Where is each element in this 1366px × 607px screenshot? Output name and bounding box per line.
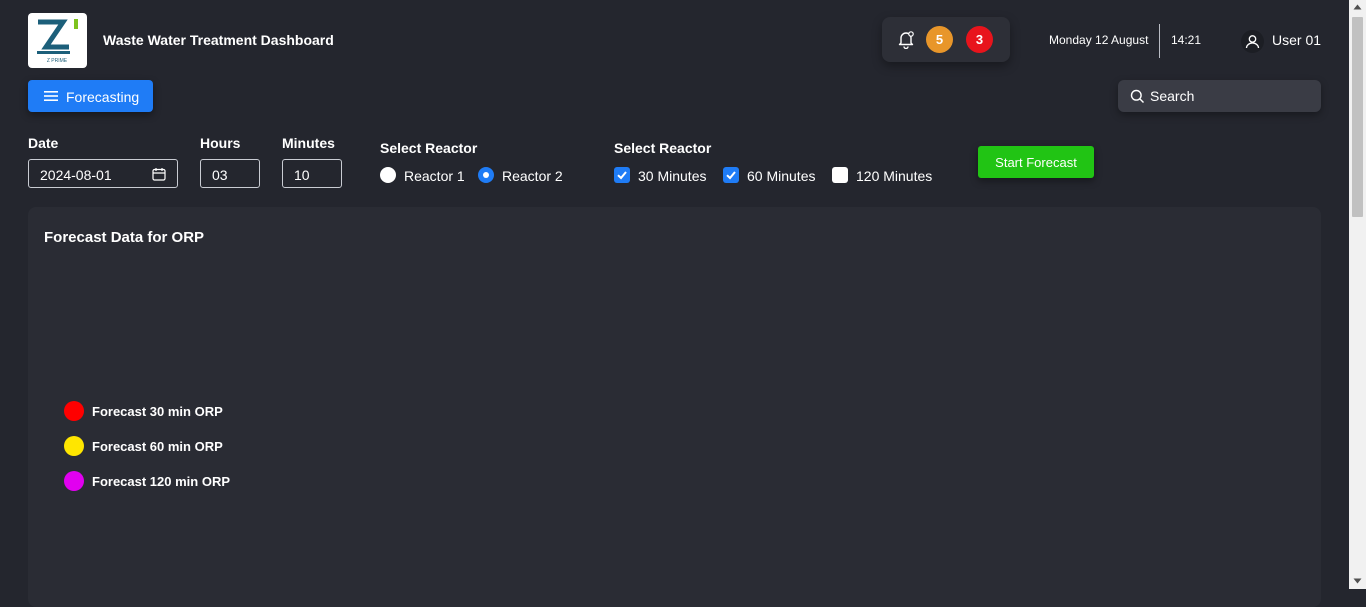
reactor-2-radio[interactable] <box>478 167 494 183</box>
legend-30-min-dot[interactable] <box>64 401 84 421</box>
interval-group-label: Select Reactor <box>614 140 712 156</box>
bell-icon[interactable] <box>897 30 915 49</box>
hours-input[interactable]: 03 <box>200 159 260 188</box>
current-time: 14:21 <box>1171 33 1202 47</box>
current-date: Monday 12 August <box>1049 33 1149 47</box>
interval-30-label[interactable]: 30 Minutes <box>638 168 706 184</box>
scroll-down-arrow-icon[interactable] <box>1353 578 1362 584</box>
warning-count-badge[interactable]: 5 <box>926 26 953 53</box>
scrollbar-thumb[interactable] <box>1352 17 1363 217</box>
calendar-icon[interactable] <box>152 167 166 181</box>
chart-title: Forecast Data for ORP <box>44 229 205 246</box>
user-avatar[interactable] <box>1241 30 1264 53</box>
checkmark-icon <box>726 171 736 180</box>
forecasting-menu-button[interactable]: Forecasting <box>28 80 153 112</box>
search-input[interactable] <box>1150 80 1310 112</box>
legend-120-min-dot[interactable] <box>64 471 84 491</box>
legend-30-min-label[interactable]: Forecast 30 min ORP <box>92 404 223 419</box>
date-input[interactable]: 2024-08-01 <box>28 159 178 188</box>
reactor-1-label[interactable]: Reactor 1 <box>404 168 465 184</box>
reactor-1-radio[interactable] <box>380 167 396 183</box>
forecasting-menu-label: Forecasting <box>66 89 140 105</box>
start-forecast-label: Start Forecast <box>995 155 1077 170</box>
user-icon <box>1245 35 1260 49</box>
minutes-input[interactable]: 10 <box>282 159 342 188</box>
interval-60-checkbox[interactable] <box>723 167 739 183</box>
interval-120-checkbox[interactable] <box>832 167 848 183</box>
legend-60-min-label[interactable]: Forecast 60 min ORP <box>92 439 223 454</box>
search-box[interactable] <box>1118 80 1321 112</box>
search-icon <box>1130 89 1144 103</box>
alert-count-badge[interactable]: 3 <box>966 26 993 53</box>
interval-60-label[interactable]: 60 Minutes <box>747 168 815 184</box>
radio-selected-dot <box>483 172 489 178</box>
header-divider <box>1159 24 1160 58</box>
scroll-up-arrow-icon[interactable] <box>1353 4 1362 10</box>
z-prime-logo-icon: Z PRIME <box>37 19 78 64</box>
hamburger-menu-icon <box>44 91 58 101</box>
app-title: Waste Water Treatment Dashboard <box>103 32 334 48</box>
hours-label: Hours <box>200 135 241 151</box>
legend-120-min-label[interactable]: Forecast 120 min ORP <box>92 474 230 489</box>
user-name[interactable]: User 01 <box>1272 32 1321 48</box>
checkmark-icon <box>617 171 627 180</box>
start-forecast-button[interactable]: Start Forecast <box>978 146 1094 178</box>
minutes-input-value: 10 <box>294 167 310 183</box>
interval-120-label[interactable]: 120 Minutes <box>856 168 932 184</box>
date-label: Date <box>28 135 59 151</box>
legend-60-min-dot[interactable] <box>64 436 84 456</box>
reactor-2-label[interactable]: Reactor 2 <box>502 168 563 184</box>
minutes-label: Minutes <box>282 135 335 151</box>
app-logo: Z PRIME <box>28 13 87 68</box>
logo-wordmark: Z PRIME <box>47 58 68 64</box>
interval-30-checkbox[interactable] <box>614 167 630 183</box>
reactor-group-label: Select Reactor <box>380 140 478 156</box>
notification-group[interactable]: 5 3 <box>882 17 1010 62</box>
hours-input-value: 03 <box>212 167 228 183</box>
date-input-value: 2024-08-01 <box>40 167 112 183</box>
